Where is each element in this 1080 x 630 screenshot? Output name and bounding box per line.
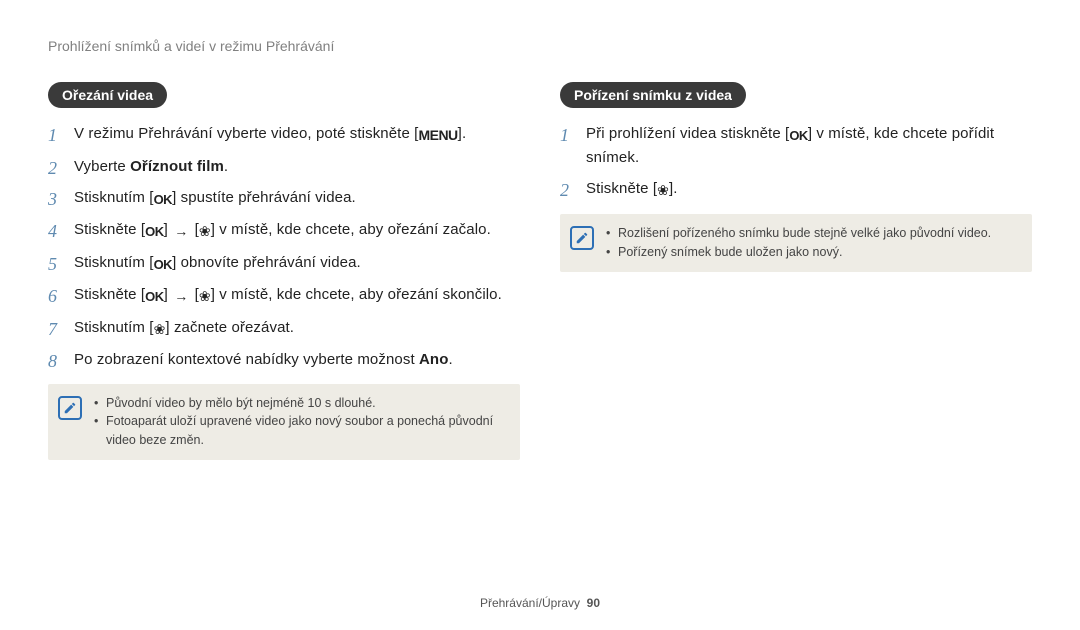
step-text: ] v místě, kde chcete, aby ořezání skonč… [211, 286, 502, 303]
step-text: Stisknutím [ [74, 189, 154, 206]
content-columns: Ořezání videa 1 V režimu Přehrávání vybe… [48, 82, 1032, 460]
footer-section: Přehrávání/Úpravy [480, 596, 580, 610]
note-box-left: Původní video by mělo být nejméně 10 s d… [48, 384, 520, 460]
step-number: 8 [48, 348, 57, 376]
step-bold: Oříznout film [130, 158, 224, 175]
step-number: 2 [560, 177, 569, 205]
steps-list-left: 1 V režimu Přehrávání vyberte video, pot… [48, 122, 520, 372]
step-text: ] v místě, kde chcete, aby ořezání začal… [211, 221, 491, 238]
note-item: Fotoaparát uloží upravené video jako nov… [94, 412, 506, 450]
step-item: 6 Stiskněte [OK] → [❀] v místě, kde chce… [48, 283, 520, 308]
step-text: ]. [669, 180, 678, 197]
step-text: Stisknutím [ [74, 254, 154, 271]
step-text: Stiskněte [ [74, 286, 145, 303]
step-item: 4 Stiskněte [OK] → [❀] v místě, kde chce… [48, 218, 520, 243]
step-number: 1 [560, 122, 569, 150]
flower-icon: ❀ [199, 286, 211, 308]
step-item: 5 Stisknutím [OK] obnovíte přehrávání vi… [48, 251, 520, 275]
step-text: [ [190, 221, 199, 238]
page-number: 90 [587, 596, 600, 610]
step-text: Stisknutím [ [74, 319, 154, 336]
note-list: Rozlišení pořízeného snímku bude stejně … [606, 224, 991, 262]
note-list: Původní video by mělo být nejméně 10 s d… [94, 394, 506, 450]
step-text: ] spustíte přehrávání videa. [172, 189, 356, 206]
step-text: Při prohlížení videa stiskněte [ [586, 125, 789, 142]
page: Prohlížení snímků a videí v režimu Přehr… [0, 0, 1080, 630]
step-number: 2 [48, 155, 57, 183]
note-icon [570, 226, 594, 250]
step-text: Stiskněte [ [74, 221, 145, 238]
ok-icon: OK [789, 126, 808, 146]
pencil-note-icon [575, 231, 589, 245]
pencil-note-icon [63, 401, 77, 415]
flower-icon: ❀ [657, 180, 669, 202]
step-text: ] začnete ořezávat. [165, 319, 294, 336]
step-item: 7 Stisknutím [❀] začnete ořezávat. [48, 316, 520, 341]
step-item: 2 Vyberte Oříznout film. [48, 155, 520, 178]
step-text: ]. [458, 125, 467, 142]
menu-icon: MENU [418, 125, 457, 147]
step-text: V režimu Přehrávání vyberte video, poté … [74, 125, 418, 142]
step-number: 4 [48, 218, 57, 246]
step-text: Po zobrazení kontextové nabídky vyberte … [74, 351, 419, 368]
flower-icon: ❀ [199, 221, 211, 243]
left-column: Ořezání videa 1 V režimu Přehrávání vybe… [48, 82, 520, 460]
right-column: Pořízení snímku z videa 1 Při prohlížení… [560, 82, 1032, 460]
note-box-right: Rozlišení pořízeného snímku bude stejně … [560, 214, 1032, 272]
section-title-right: Pořízení snímku z videa [560, 82, 746, 108]
step-number: 6 [48, 283, 57, 311]
step-bold: Ano [419, 351, 448, 368]
step-item: 3 Stisknutím [OK] spustíte přehrávání vi… [48, 186, 520, 210]
ok-icon: OK [145, 287, 164, 307]
breadcrumb: Prohlížení snímků a videí v režimu Přehr… [48, 38, 1032, 54]
step-number: 3 [48, 186, 57, 214]
note-icon [58, 396, 82, 420]
ok-icon: OK [145, 222, 164, 242]
ok-icon: OK [154, 255, 173, 275]
step-item: 2 Stiskněte [❀]. [560, 177, 1032, 202]
note-item: Původní video by mělo být nejméně 10 s d… [94, 394, 506, 413]
arrow-icon: → [172, 221, 190, 243]
steps-list-right: 1 Při prohlížení videa stiskněte [OK] v … [560, 122, 1032, 202]
section-title-left: Ořezání videa [48, 82, 167, 108]
arrow-icon: → [172, 286, 190, 308]
note-item: Pořízený snímek bude uložen jako nový. [606, 243, 991, 262]
step-number: 7 [48, 316, 57, 344]
step-text: Vyberte [74, 158, 130, 175]
step-text: ] [164, 221, 173, 238]
step-number: 5 [48, 251, 57, 279]
step-item: 1 V režimu Přehrávání vyberte video, pot… [48, 122, 520, 147]
footer: Přehrávání/Úpravy 90 [0, 596, 1080, 610]
note-item: Rozlišení pořízeného snímku bude stejně … [606, 224, 991, 243]
step-text: Stiskněte [ [586, 180, 657, 197]
step-number: 1 [48, 122, 57, 150]
step-text: ] [164, 286, 173, 303]
ok-icon: OK [154, 190, 173, 210]
step-text: . [224, 158, 228, 175]
step-item: 1 Při prohlížení videa stiskněte [OK] v … [560, 122, 1032, 169]
step-text: . [448, 351, 452, 368]
step-text: [ [190, 286, 199, 303]
step-text: ] obnovíte přehrávání videa. [172, 254, 361, 271]
step-item: 8 Po zobrazení kontextové nabídky vybert… [48, 348, 520, 371]
flower-icon: ❀ [154, 319, 166, 341]
